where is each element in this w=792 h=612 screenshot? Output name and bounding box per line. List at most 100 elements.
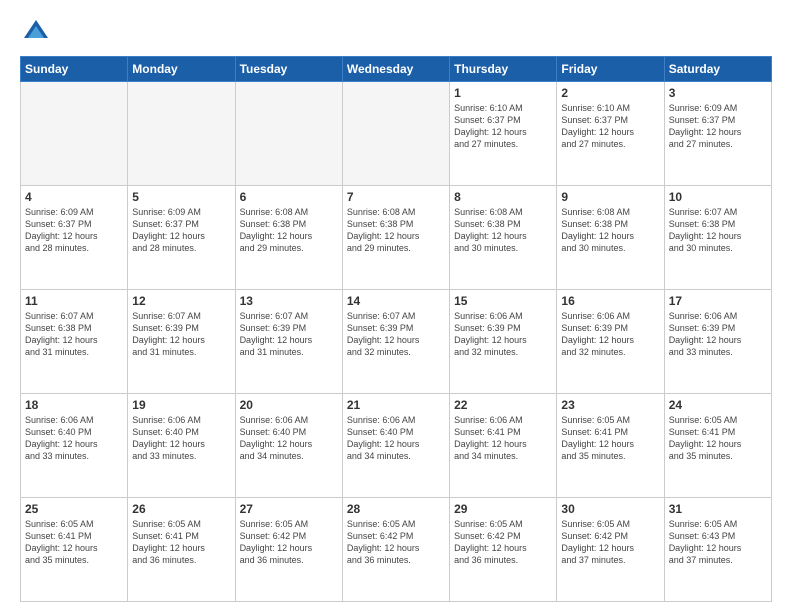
cell-info: Sunrise: 6:07 AMSunset: 6:38 PMDaylight:… — [669, 206, 767, 255]
day-number: 23 — [561, 398, 659, 412]
calendar-cell — [21, 82, 128, 186]
calendar-cell: 26 Sunrise: 6:05 AMSunset: 6:41 PMDayligh… — [128, 498, 235, 602]
weekday-header: Tuesday — [235, 57, 342, 82]
calendar-cell: 6 Sunrise: 6:08 AMSunset: 6:38 PMDaylight… — [235, 186, 342, 290]
day-number: 10 — [669, 190, 767, 204]
day-number: 3 — [669, 86, 767, 100]
calendar-cell: 4Sunrise: 6:09 AMSunset: 6:37 PMDaylight… — [21, 186, 128, 290]
day-number: 26 — [132, 502, 230, 516]
calendar-cell: 27 Sunrise: 6:05 AMSunset: 6:42 PMDayligh… — [235, 498, 342, 602]
calendar-cell: 23 Sunrise: 6:05 AMSunset: 6:41 PMDayligh… — [557, 394, 664, 498]
cell-info: Sunrise: 6:05 AMSunset: 6:42 PMDaylight:… — [347, 518, 445, 567]
calendar-cell: 19Sunrise: 6:06 AMSunset: 6:40 PMDayligh… — [128, 394, 235, 498]
cell-info: Sunrise: 6:08 AMSunset: 6:38 PMDaylight:… — [347, 206, 445, 255]
calendar-cell: 3Sunrise: 6:09 AMSunset: 6:37 PMDaylight… — [664, 82, 771, 186]
cell-info: Sunrise: 6:06 AMSunset: 6:40 PMDaylight:… — [347, 414, 445, 463]
cell-info: Sunrise: 6:08 AMSunset: 6:38 PMDaylight:… — [454, 206, 552, 255]
calendar-cell — [128, 82, 235, 186]
calendar-cell: 17 Sunrise: 6:06 AMSunset: 6:39 PMDayligh… — [664, 290, 771, 394]
day-number: 2 — [561, 86, 659, 100]
calendar-week-row: 11Sunrise: 6:07 AMSunset: 6:38 PMDayligh… — [21, 290, 772, 394]
day-number: 21 — [347, 398, 445, 412]
day-number: 5 — [132, 190, 230, 204]
day-number: 24 — [669, 398, 767, 412]
cell-info: Sunrise: 6:07 AMSunset: 6:39 PMDaylight:… — [347, 310, 445, 359]
calendar-header-row: SundayMondayTuesdayWednesdayThursdayFrid… — [21, 57, 772, 82]
day-number: 27 — [240, 502, 338, 516]
calendar-cell: 8 Sunrise: 6:08 AMSunset: 6:38 PMDaylight… — [450, 186, 557, 290]
calendar-cell: 12Sunrise: 6:07 AMSunset: 6:39 PMDayligh… — [128, 290, 235, 394]
cell-info: Sunrise: 6:06 AMSunset: 6:40 PMDaylight:… — [240, 414, 338, 463]
cell-info: Sunrise: 6:10 AMSunset: 6:37 PMDaylight:… — [454, 102, 552, 151]
day-number: 19 — [132, 398, 230, 412]
day-number: 25 — [25, 502, 123, 516]
cell-info: Sunrise: 6:08 AMSunset: 6:38 PMDaylight:… — [240, 206, 338, 255]
day-number: 1 — [454, 86, 552, 100]
day-number: 28 — [347, 502, 445, 516]
calendar-cell: 13 Sunrise: 6:07 AMSunset: 6:39 PMDayligh… — [235, 290, 342, 394]
cell-info: Sunrise: 6:09 AMSunset: 6:37 PMDaylight:… — [132, 206, 230, 255]
cell-info: Sunrise: 6:05 AMSunset: 6:41 PMDaylight:… — [132, 518, 230, 567]
day-number: 9 — [561, 190, 659, 204]
calendar-cell: 25 Sunrise: 6:05 AMSunset: 6:41 PMDayligh… — [21, 498, 128, 602]
weekday-header: Sunday — [21, 57, 128, 82]
calendar-cell: 11Sunrise: 6:07 AMSunset: 6:38 PMDayligh… — [21, 290, 128, 394]
cell-info: Sunrise: 6:09 AMSunset: 6:37 PMDaylight:… — [25, 206, 123, 255]
calendar-cell: 14 Sunrise: 6:07 AMSunset: 6:39 PMDayligh… — [342, 290, 449, 394]
calendar-cell — [342, 82, 449, 186]
calendar-cell: 7 Sunrise: 6:08 AMSunset: 6:38 PMDaylight… — [342, 186, 449, 290]
calendar-table: SundayMondayTuesdayWednesdayThursdayFrid… — [20, 56, 772, 602]
cell-info: Sunrise: 6:05 AMSunset: 6:42 PMDaylight:… — [240, 518, 338, 567]
calendar-cell: 29Sunrise: 6:05 AMSunset: 6:42 PMDayligh… — [450, 498, 557, 602]
cell-info: Sunrise: 6:06 AMSunset: 6:40 PMDaylight:… — [25, 414, 123, 463]
day-number: 6 — [240, 190, 338, 204]
calendar-cell: 5 Sunrise: 6:09 AMSunset: 6:37 PMDaylight… — [128, 186, 235, 290]
cell-info: Sunrise: 6:08 AMSunset: 6:38 PMDaylight:… — [561, 206, 659, 255]
day-number: 30 — [561, 502, 659, 516]
calendar-cell: 22Sunrise: 6:06 AMSunset: 6:41 PMDayligh… — [450, 394, 557, 498]
cell-info: Sunrise: 6:05 AMSunset: 6:43 PMDaylight:… — [669, 518, 767, 567]
cell-info: Sunrise: 6:05 AMSunset: 6:41 PMDaylight:… — [561, 414, 659, 463]
calendar-cell: 28 Sunrise: 6:05 AMSunset: 6:42 PMDayligh… — [342, 498, 449, 602]
cell-info: Sunrise: 6:05 AMSunset: 6:41 PMDaylight:… — [669, 414, 767, 463]
calendar-cell: 20Sunrise: 6:06 AMSunset: 6:40 PMDayligh… — [235, 394, 342, 498]
day-number: 8 — [454, 190, 552, 204]
weekday-header: Saturday — [664, 57, 771, 82]
cell-info: Sunrise: 6:06 AMSunset: 6:41 PMDaylight:… — [454, 414, 552, 463]
cell-info: Sunrise: 6:06 AMSunset: 6:39 PMDaylight:… — [669, 310, 767, 359]
cell-info: Sunrise: 6:05 AMSunset: 6:42 PMDaylight:… — [561, 518, 659, 567]
cell-info: Sunrise: 6:07 AMSunset: 6:39 PMDaylight:… — [240, 310, 338, 359]
cell-info: Sunrise: 6:05 AMSunset: 6:41 PMDaylight:… — [25, 518, 123, 567]
day-number: 14 — [347, 294, 445, 308]
calendar-week-row: 25 Sunrise: 6:05 AMSunset: 6:41 PMDayligh… — [21, 498, 772, 602]
day-number: 17 — [669, 294, 767, 308]
day-number: 7 — [347, 190, 445, 204]
cell-info: Sunrise: 6:06 AMSunset: 6:39 PMDaylight:… — [561, 310, 659, 359]
weekday-header: Thursday — [450, 57, 557, 82]
calendar-week-row: 1 Sunrise: 6:10 AMSunset: 6:37 PMDaylight… — [21, 82, 772, 186]
calendar-cell: 15Sunrise: 6:06 AMSunset: 6:39 PMDayligh… — [450, 290, 557, 394]
calendar-cell: 1 Sunrise: 6:10 AMSunset: 6:37 PMDaylight… — [450, 82, 557, 186]
day-number: 29 — [454, 502, 552, 516]
weekday-header: Monday — [128, 57, 235, 82]
weekday-header: Wednesday — [342, 57, 449, 82]
page: SundayMondayTuesdayWednesdayThursdayFrid… — [0, 0, 792, 612]
cell-info: Sunrise: 6:07 AMSunset: 6:39 PMDaylight:… — [132, 310, 230, 359]
calendar-cell: 10 Sunrise: 6:07 AMSunset: 6:38 PMDayligh… — [664, 186, 771, 290]
calendar-week-row: 4Sunrise: 6:09 AMSunset: 6:37 PMDaylight… — [21, 186, 772, 290]
calendar-cell: 31 Sunrise: 6:05 AMSunset: 6:43 PMDayligh… — [664, 498, 771, 602]
day-number: 31 — [669, 502, 767, 516]
calendar-cell: 9 Sunrise: 6:08 AMSunset: 6:38 PMDaylight… — [557, 186, 664, 290]
calendar-week-row: 18 Sunrise: 6:06 AMSunset: 6:40 PMDayligh… — [21, 394, 772, 498]
calendar-cell: 21 Sunrise: 6:06 AMSunset: 6:40 PMDayligh… — [342, 394, 449, 498]
calendar-cell: 24 Sunrise: 6:05 AMSunset: 6:41 PMDayligh… — [664, 394, 771, 498]
day-number: 16 — [561, 294, 659, 308]
day-number: 18 — [25, 398, 123, 412]
calendar-cell: 30 Sunrise: 6:05 AMSunset: 6:42 PMDayligh… — [557, 498, 664, 602]
calendar-cell: 2 Sunrise: 6:10 AMSunset: 6:37 PMDaylight… — [557, 82, 664, 186]
day-number: 13 — [240, 294, 338, 308]
day-number: 15 — [454, 294, 552, 308]
cell-info: Sunrise: 6:07 AMSunset: 6:38 PMDaylight:… — [25, 310, 123, 359]
cell-info: Sunrise: 6:10 AMSunset: 6:37 PMDaylight:… — [561, 102, 659, 151]
calendar-cell: 16 Sunrise: 6:06 AMSunset: 6:39 PMDayligh… — [557, 290, 664, 394]
